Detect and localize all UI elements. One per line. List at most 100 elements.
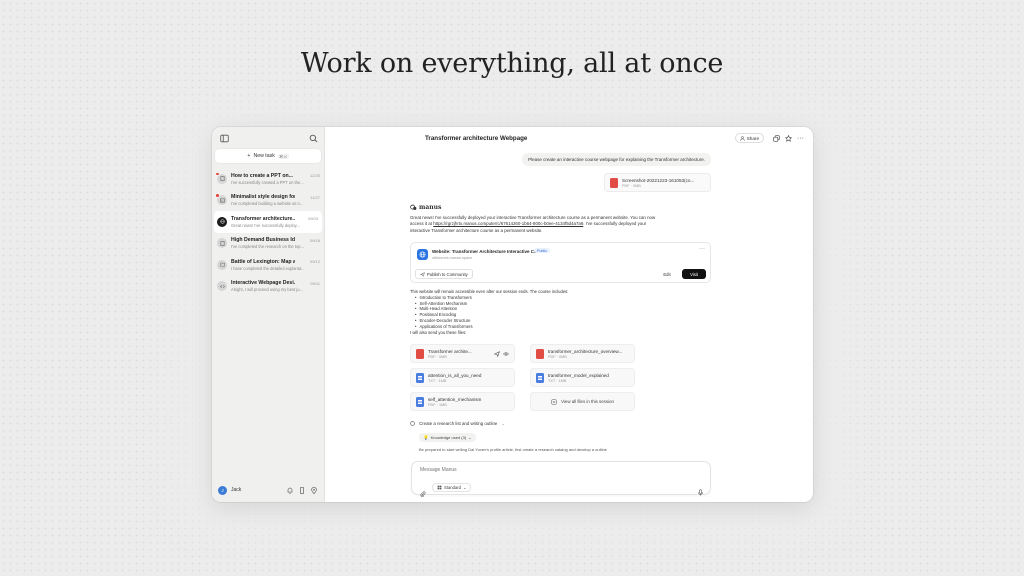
file-name: attention_is_all_you_need [428,372,482,378]
knowledge-chip[interactable]: 💡 Knowledge used (3) ⌄ [419,433,476,442]
chevron-down-icon: ⌄ [468,435,472,440]
microphone-icon[interactable] [697,483,704,501]
avatar[interactable]: J [218,485,227,495]
chevron-down-icon: ⌄ [501,421,505,426]
course-list: Introduction to Transformers Self-Attent… [410,295,711,330]
file-meta: PDF · 0MB [428,354,447,359]
lightbulb-icon: 💡 [423,434,429,440]
more-icon[interactable]: ··· [699,246,705,252]
page-title: Transformer architecture Webpage [425,134,528,142]
file-card[interactable]: self_attention_mechanism PDF · 1MB [410,392,515,411]
search-icon[interactable] [309,134,318,143]
mode-selector[interactable]: Standard ⌄ [432,483,472,492]
step-circle-icon [410,421,415,426]
mode-label: Standard [444,485,461,490]
task-title: Transformer architecture... [231,215,295,222]
unread-dot [215,193,220,198]
unread-dot [215,171,220,177]
copy-icon[interactable] [772,134,781,143]
hero-heading: Work on everything, all at once [300,48,724,79]
chat-panel: Transformer architecture Webpage Share ·… [325,127,813,502]
more-icon[interactable]: ··· [796,134,805,143]
task-snippet: Alright, I will proceed using my best ju… [231,287,303,293]
task-avatar [217,281,227,292]
website-link[interactable]: https://rgrzjhrtx.manus.computer/c/67614… [433,221,583,226]
image-icon [219,198,225,203]
attached-file[interactable]: Screenshot-20221223-161053(co... PDF · 0… [604,173,711,192]
task-avatar [217,238,227,249]
files-intro: I will also send you these files: [410,329,467,335]
chat-header: Transformer architecture Webpage Share ·… [325,127,813,149]
task-item-active[interactable]: Transformer architecture... 09/03 Great … [214,211,322,233]
user-icon [739,135,745,141]
send-icon[interactable] [494,350,500,357]
location-icon[interactable] [310,486,318,495]
task-item[interactable]: Minimalist style design for... 11/27 I'v… [212,190,324,212]
visit-button[interactable]: Visit [682,269,706,279]
file-card[interactable]: transformer_architecture_overview... PDF… [530,344,635,363]
file-name: Transformer archite... [428,348,472,354]
task-avatar [217,216,227,227]
task-item[interactable]: How to create a PPT on... 12/25 I've suc… [212,168,324,190]
globe-icon [417,249,428,260]
file-card[interactable]: transformer_model_explained TXT · 1MB [530,368,635,387]
step-label: Create a research list and writing outli… [419,421,498,426]
message-composer: Standard ⌄ [411,461,711,498]
task-snippet: I've completed the research on the top..… [231,244,304,250]
task-date: 09/12 [309,259,320,265]
code-icon [219,284,225,288]
reply-text: access it at [410,221,434,227]
assistant-name: manus [419,204,442,211]
step-detail: Be prepared to start writing Dai Yuxen's… [419,447,607,452]
publish-label: Publish to Community [427,271,468,277]
task-item[interactable]: Interactive Webpage Desi... 09/11 Alrigh… [212,276,324,298]
task-title: Battle of Lexington: Map a... [231,258,295,265]
sidebar-toggle-icon[interactable] [220,134,229,143]
map-icon [219,262,225,268]
eye-icon[interactable] [503,351,509,357]
message-input[interactable] [420,467,690,473]
publish-button[interactable]: Publish to Community [415,269,473,279]
paperclip-icon[interactable] [420,484,426,502]
file-card[interactable]: Transformer archite... PDF · 0MB [410,344,515,363]
task-avatar [215,193,227,206]
file-meta: TXT · 1MB [548,378,567,383]
task-step[interactable]: Create a research list and writing outli… [410,421,505,426]
task-title: High Demand Business Ideas [231,237,295,244]
website-card: Website: Transformer Architecture Intera… [410,242,711,283]
share-label: Share [746,135,759,141]
grid-icon [437,485,442,490]
pdf-icon [610,177,618,188]
task-item[interactable]: Battle of Lexington: Map a... 09/12 I ha… [212,254,324,276]
new-task-button[interactable]: + New task ⌘ K [215,149,321,163]
file-card[interactable]: attention_is_all_you_need TXT · 1MB [410,368,515,387]
file-name: Screenshot-20221223-161053(co... [622,177,695,183]
app-window: + New task ⌘ K How to create a PPT on...… [212,127,813,502]
file-meta: PDF · 0MB [548,354,567,359]
website-title: Website: Transformer Architecture Intera… [432,249,547,254]
file-name: self_attention_mechanism [428,396,482,402]
pdf-icon [416,348,424,359]
website-url[interactable]: n6tdcmek.manus.space [432,256,472,260]
phone-icon[interactable] [298,486,306,495]
new-task-label: New task [253,153,275,159]
share-button[interactable]: Share [734,133,764,143]
user-message: Please create an interactive course webp… [522,153,711,166]
chevron-down-icon: ⌄ [463,485,467,490]
files-icon [551,398,557,405]
file-meta: PDF · 0MB [622,183,641,188]
edit-button[interactable]: Edit [655,269,679,279]
bell-icon[interactable] [286,486,294,495]
reply-line: interactive Transformer architecture cou… [410,227,543,233]
task-date: 12/25 [309,173,320,179]
task-item[interactable]: High Demand Business Ideas 09/18 I've co… [212,233,324,255]
view-all-files-button[interactable]: View all files in this session [530,392,635,411]
task-date: 09/11 [310,280,320,286]
doc-icon [220,240,224,246]
txt-icon [416,396,424,407]
star-icon[interactable] [784,134,793,143]
course-summary: This website will remain accessible even… [410,289,711,335]
txt-icon [536,372,544,383]
sidebar-footer: J Jack [212,478,324,502]
knowledge-label: Knowledge used (3) [430,435,467,440]
